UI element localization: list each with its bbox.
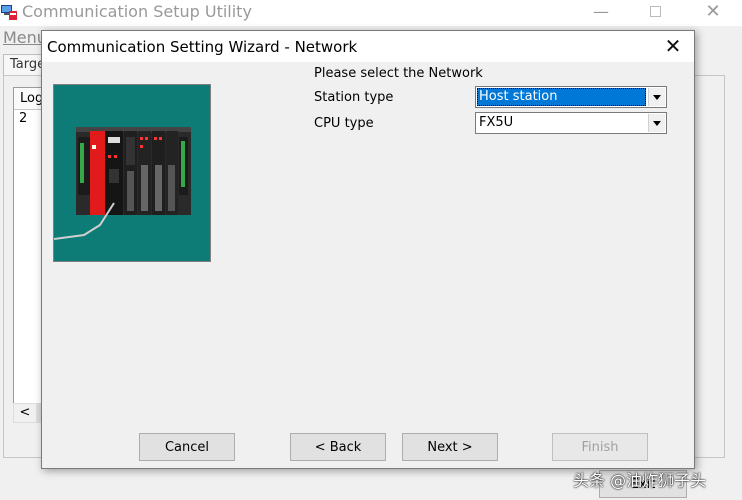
next-button[interactable]: Next >: [402, 433, 498, 461]
maximize-button[interactable]: [632, 0, 678, 26]
network-prompt: Please select the Network: [314, 66, 483, 81]
back-button[interactable]: < Back: [290, 433, 386, 461]
parent-close-button[interactable]: ✕: [690, 0, 736, 26]
finish-button: Finish: [552, 433, 648, 461]
cpu-type-value[interactable]: FX5U: [477, 114, 646, 132]
cancel-button[interactable]: Cancel: [139, 433, 235, 461]
plc-hardware-image: [54, 85, 210, 261]
chevron-down-icon[interactable]: [648, 88, 665, 106]
wizard-dialog: Communication Setting Wizard - Network ✕: [41, 30, 695, 469]
dialog-titlebar: Communication Setting Wizard - Network ✕: [42, 31, 694, 62]
station-type-value[interactable]: Host station: [477, 88, 646, 106]
list-item[interactable]: 2: [19, 111, 27, 126]
scroll-left-button[interactable]: <: [13, 403, 37, 423]
maximize-icon: [649, 6, 661, 17]
station-type-select[interactable]: Host station: [475, 86, 667, 108]
dialog-title: Communication Setting Wizard - Network: [47, 38, 358, 56]
minimize-button[interactable]: —: [578, 0, 624, 26]
parent-titlebar: Communication Setup Utility — ✕: [0, 0, 742, 26]
station-type-label: Station type: [314, 90, 394, 105]
cpu-type-select[interactable]: FX5U: [475, 112, 667, 134]
plc-illustration: [53, 84, 211, 262]
computer-network-icon: [1, 5, 17, 20]
dialog-close-button[interactable]: ✕: [656, 32, 690, 62]
chevron-down-icon[interactable]: [648, 114, 665, 132]
watermark: 头条 @油炸狮子头: [573, 471, 707, 490]
cpu-type-label: CPU type: [314, 116, 374, 131]
parent-window-title: Communication Setup Utility: [22, 2, 252, 21]
